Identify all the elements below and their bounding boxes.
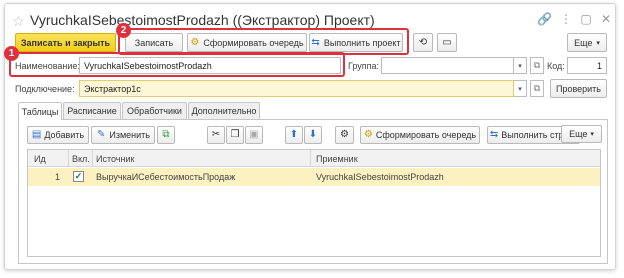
more-icon[interactable]: ⋮ [559, 12, 573, 26]
step-badge-2: 2 [116, 23, 131, 38]
save-and-close-button[interactable]: Записать и закрыть [15, 33, 116, 52]
highlight-name [9, 52, 345, 77]
star-icon[interactable]: ☆ [12, 13, 25, 30]
group-label: Группа: [348, 61, 380, 71]
move-down-button[interactable]: ⬇ [304, 126, 322, 144]
copy-button[interactable]: ⧉ [157, 126, 175, 144]
table-form-queue-button[interactable]: ⚙ Сформировать очередь [360, 126, 480, 144]
tab-tables[interactable]: Таблицы [18, 102, 62, 120]
grid-header: Ид Вкл. Источник Приемник [28, 150, 600, 167]
table-more-label: Еще [569, 129, 588, 139]
tab-additional-label: Дополнительно [191, 106, 257, 116]
check-button[interactable]: Проверить [550, 79, 607, 98]
edit-icon: ✎ [97, 129, 106, 140]
group-open-link-icon[interactable]: ⧉ [530, 57, 544, 74]
table-form-queue-label: Сформировать очередь [375, 130, 477, 140]
col-separator [92, 150, 93, 167]
clipboard-copy-button[interactable]: ❐ [226, 126, 244, 144]
arrow-down-icon: ⬇ [308, 129, 318, 140]
col-enabled-header[interactable]: Вкл. [72, 154, 90, 164]
table-more-button[interactable]: Еще ▾ [561, 125, 602, 143]
row-source: ВыручкаИСебестоимостьПродаж [96, 172, 236, 182]
step-badge-1: 1 [4, 46, 19, 61]
cut-button[interactable]: ✂ [207, 126, 225, 144]
chevron-down-icon: ▾ [590, 131, 594, 138]
arrow-up-icon: ⬆ [289, 129, 299, 140]
group-dropdown-button[interactable]: ▾ [514, 57, 527, 74]
check-icon: ✓ [74, 171, 83, 181]
connection-label: Подключение: [15, 84, 75, 94]
table-row[interactable]: 1 ✓ ВыручкаИСебестоимостьПродаж Vyruchka… [28, 168, 600, 186]
link-icon[interactable]: 🔗 [537, 12, 552, 26]
code-value: 1 [596, 60, 602, 71]
more-button[interactable]: Еще ▾ [567, 33, 607, 52]
connection-field[interactable]: Экстрактор1с [79, 80, 514, 97]
highlight-toolbar [118, 28, 409, 55]
run-icon: ⇆ [489, 129, 499, 140]
tab-handlers-label: Обработчики [127, 106, 182, 116]
project-window: ☆ VyruchkaISebestoimostProdazh ((Экстрак… [4, 3, 616, 270]
col-separator [68, 150, 69, 167]
more-label: Еще [574, 37, 593, 48]
tab-schedule-label: Расписание [67, 106, 117, 116]
code-field[interactable]: 1 [567, 57, 607, 74]
row-enabled-checkbox[interactable]: ✓ [73, 171, 84, 182]
settings-button[interactable]: ⚙ [335, 126, 354, 144]
row-id: 1 [55, 172, 61, 182]
add-button[interactable]: ▤ Добавить [27, 126, 89, 144]
connection-dropdown-button[interactable]: ▾ [514, 80, 527, 97]
tab-additional[interactable]: Дополнительно [188, 102, 260, 119]
close-icon[interactable]: ✕ [599, 12, 613, 26]
tables-grid: Ид Вкл. Источник Приемник 1 ✓ ВыручкаИСе… [27, 149, 601, 257]
history-icon: ⟲ [418, 36, 428, 48]
col-separator [310, 150, 311, 167]
check-label: Проверить [555, 83, 601, 94]
tab-handlers[interactable]: Обработчики [122, 102, 187, 119]
group-field[interactable] [381, 57, 514, 74]
connection-open-link-icon[interactable]: ⧉ [530, 80, 544, 97]
add-icon: ▤ [31, 129, 42, 140]
edit-label: Изменить [109, 130, 150, 140]
paste-button[interactable]: ▣ [245, 126, 263, 144]
move-up-button[interactable]: ⬆ [285, 126, 303, 144]
row-target: VyruchkaISebestoimostProdazh [316, 172, 444, 182]
tables-panel: ▤ Добавить ✎ Изменить ⧉ ✂ ❐ ▣ ⬆ ⬇ ⚙ ⚙ Сф… [18, 119, 608, 264]
report-button[interactable]: ▭ [437, 33, 457, 52]
edit-button[interactable]: ✎ Изменить [91, 126, 155, 144]
chevron-down-icon: ▾ [596, 39, 600, 47]
save-and-close-label: Записать и закрыть [20, 37, 111, 48]
tab-tables-label: Таблицы [21, 106, 59, 117]
window-title: VyruchkaISebestoimostProdazh ((Экстракто… [30, 12, 375, 28]
clipboard-copy-icon: ❐ [230, 129, 240, 140]
copy-icon: ⧉ [162, 129, 170, 140]
history-button[interactable]: ⟲ [413, 33, 433, 52]
paste-icon: ▣ [249, 129, 259, 140]
add-label: Добавить [44, 130, 85, 140]
gear-icon: ⚙ [340, 129, 349, 140]
gear-icon: ⚙ [363, 129, 373, 140]
tab-schedule[interactable]: Расписание [63, 102, 121, 119]
col-target-header[interactable]: Приемник [316, 154, 358, 164]
scissors-icon: ✂ [211, 129, 221, 140]
minimize-icon[interactable]: ▢ [579, 12, 593, 26]
col-source-header[interactable]: Источник [96, 154, 134, 164]
col-id-header[interactable]: Ид [34, 154, 46, 164]
code-label: Код: [547, 61, 565, 71]
document-icon: ▭ [442, 36, 452, 48]
connection-value: Экстрактор1с [84, 83, 141, 94]
